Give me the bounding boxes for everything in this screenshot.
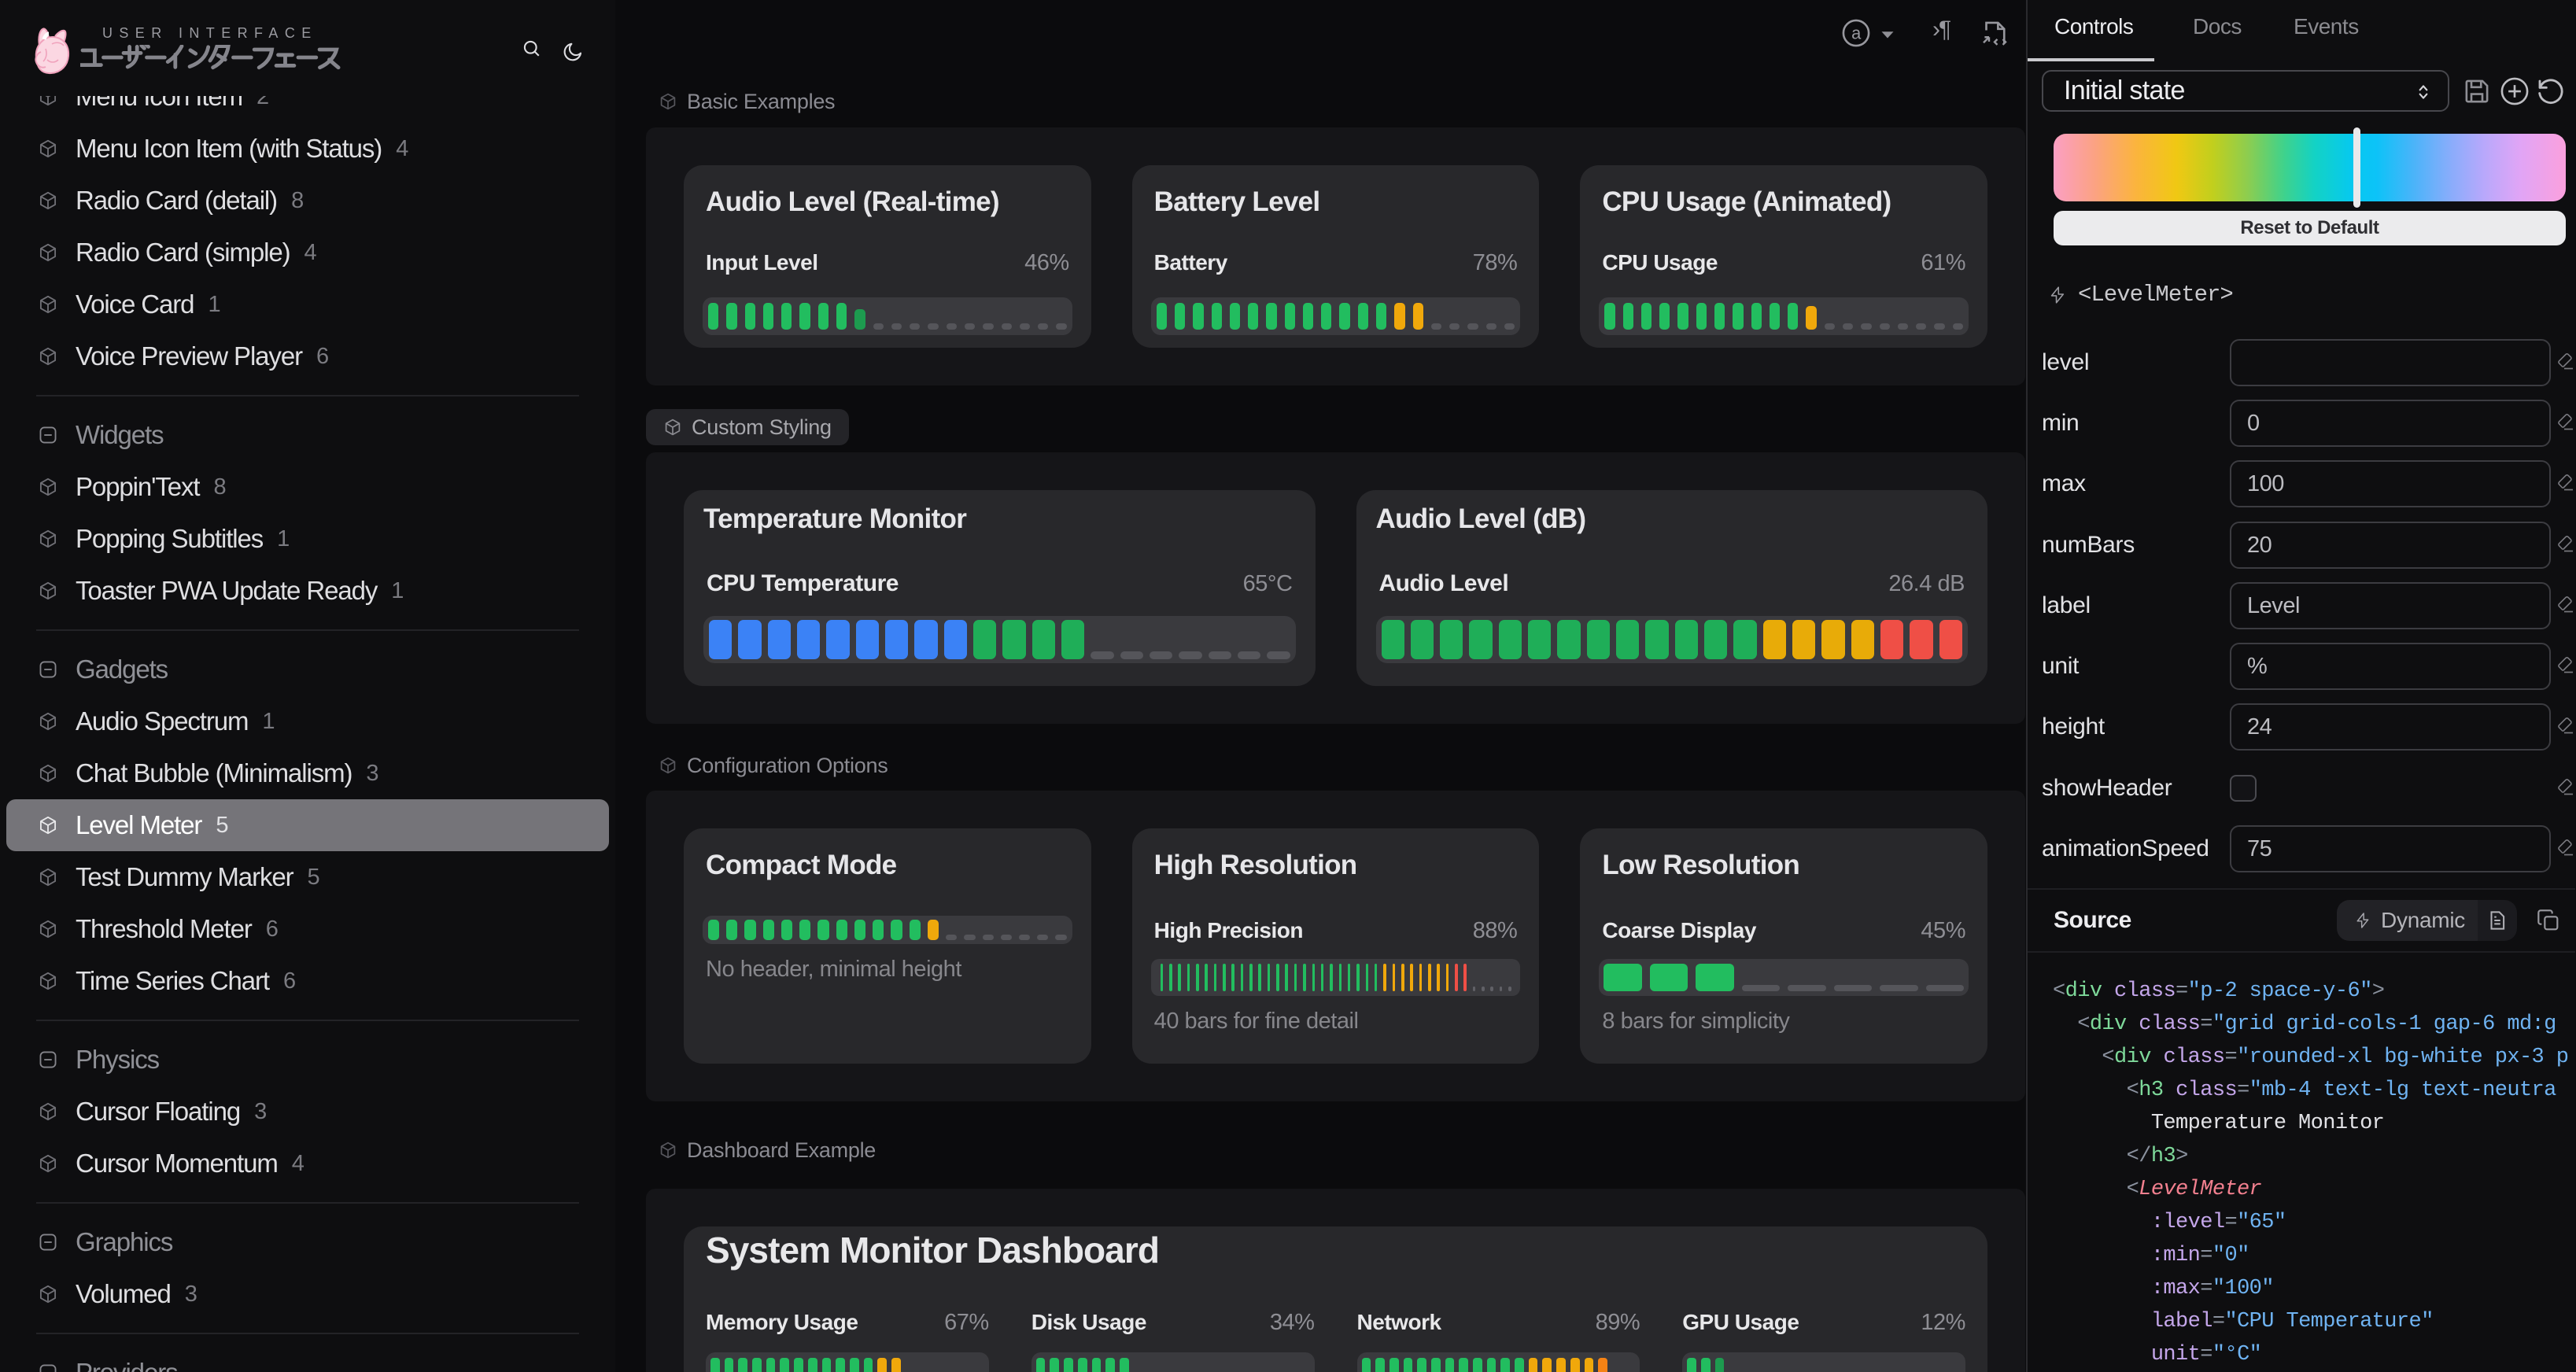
svg-text:a: a bbox=[1851, 23, 1862, 42]
